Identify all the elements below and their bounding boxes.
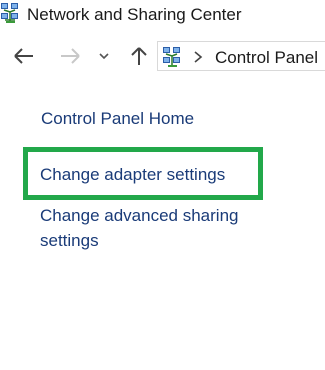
window-title: Network and Sharing Center <box>27 5 242 24</box>
arrow-right-icon[interactable] <box>56 42 84 70</box>
navigation-bar: Control Panel <box>0 38 325 74</box>
arrow-left-icon[interactable] <box>10 42 38 70</box>
change-adapter-settings-link[interactable]: Change adapter settings <box>40 165 225 185</box>
address-bar[interactable]: Control Panel <box>157 41 325 71</box>
arrow-up-icon[interactable] <box>126 42 152 70</box>
change-advanced-sharing-settings-link[interactable]: Change advanced sharing settings <box>40 203 270 253</box>
chevron-right-icon[interactable] <box>192 50 204 64</box>
control-panel-home-link[interactable]: Control Panel Home <box>41 109 194 129</box>
title-bar: Network and Sharing Center <box>0 0 325 30</box>
control-panel-icon <box>161 46 183 68</box>
chevron-down-icon[interactable] <box>94 42 114 70</box>
network-icon <box>0 2 20 24</box>
network-and-sharing-center-window: Network and Sharing Center Control Panel… <box>0 0 325 370</box>
breadcrumb-control-panel[interactable]: Control Panel <box>215 48 318 68</box>
